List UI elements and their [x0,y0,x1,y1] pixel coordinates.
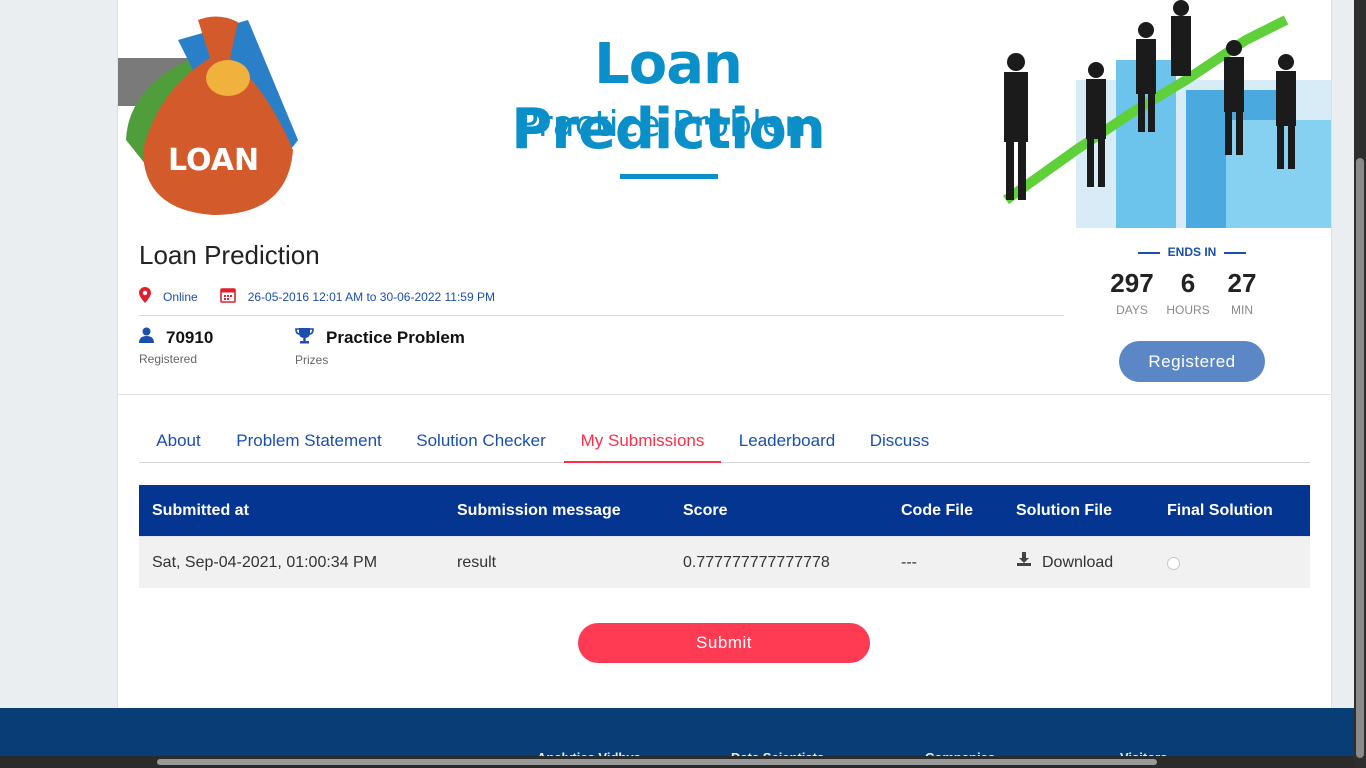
registered-button[interactable]: Registered [1119,341,1265,382]
tab-leaderboard[interactable]: Leaderboard [737,420,837,463]
download-link[interactable]: Download [1016,537,1113,589]
loan-bag-text: LOAN [168,143,259,178]
contest-title: Loan Prediction [139,240,320,270]
tab-discuss[interactable]: Discuss [868,420,931,463]
download-label: Download [1042,554,1114,571]
loan-bag-illustration: LOAN [118,16,298,216]
banner-subtitle: Practice Problem [516,104,820,145]
tab-about[interactable]: About [139,420,218,463]
column-header: Score [683,502,728,519]
days-value: 297 [1110,268,1154,298]
minutes-value: 27 [1227,268,1257,298]
submit-button[interactable]: Submit [578,623,870,663]
prize-stat: Practice Problem Prizes [295,327,465,367]
section-divider [118,394,1331,395]
countdown-minutes: 27 MIN [1218,268,1266,317]
final-solution-radio[interactable] [1167,557,1180,570]
registered-count: 70910 [166,327,214,347]
prize-value: Practice Problem [326,328,465,347]
banner-underline [620,174,718,179]
code-file-cell: --- [901,554,917,571]
contest-tabs: About Problem Statement Solution Checker… [139,420,1310,463]
table-row: Sat, Sep-04-2021, 01:00:34 PM result 0.7… [139,536,1310,588]
submitted-at-cell: Sat, Sep-04-2021, 01:00:34 PM [152,554,378,571]
ends-in-heading: ENDS IN [1128,245,1256,259]
days-label: DAYS [1116,303,1148,317]
horizontal-scroll-thumb[interactable] [157,759,1157,765]
column-header: Submission message [457,502,621,519]
contest-mode: Online [163,289,198,304]
registered-label: Registered [139,352,198,366]
contest-dates: 26-05-2016 12:01 AM to 30-06-2022 11:59 … [247,289,495,304]
user-icon [139,327,154,348]
horizontal-scrollbar[interactable] [0,756,1354,768]
location-pin-icon [139,287,151,306]
contest-meta: Online 26-05-2016 12:01 AM to 30-06-2022… [139,287,495,306]
countdown-days: 297 DAYS [1108,268,1156,317]
contest-card: LOAN Loan Prediction Practice Problem Lo… [117,0,1332,708]
submission-message-cell: result [457,554,497,571]
contest-banner: LOAN Loan Prediction Practice Problem [118,0,1331,228]
vertical-scroll-thumb[interactable] [1356,158,1364,758]
hours-value: 6 [1180,268,1196,298]
tab-solution-checker[interactable]: Solution Checker [416,420,546,463]
vertical-scrollbar[interactable] [1354,0,1366,768]
table-header: Submitted at Submission message Score Co… [139,485,1310,536]
prize-label: Prizes [295,353,329,367]
column-header: Submitted at [152,502,249,519]
calendar-icon [219,287,236,306]
registered-stat: 70910 Registered [139,327,213,366]
business-people-illustration [1003,0,1331,228]
submissions-table: Submitted at Submission message Score Co… [139,485,1310,588]
trophy-icon [295,327,314,349]
column-header: Final Solution [1167,502,1273,519]
tab-problem-statement[interactable]: Problem Statement [235,420,383,463]
meta-divider [139,315,1064,316]
score-cell: 0.777777777777778 [683,554,830,571]
hours-label: HOURS [1166,303,1210,317]
download-icon [1016,537,1032,589]
tab-my-submissions[interactable]: My Submissions [564,420,721,463]
column-header: Code File [901,502,974,519]
minutes-label: MIN [1231,303,1253,317]
column-header: Solution File [1016,502,1112,519]
countdown-hours: 6 HOURS [1164,268,1212,317]
